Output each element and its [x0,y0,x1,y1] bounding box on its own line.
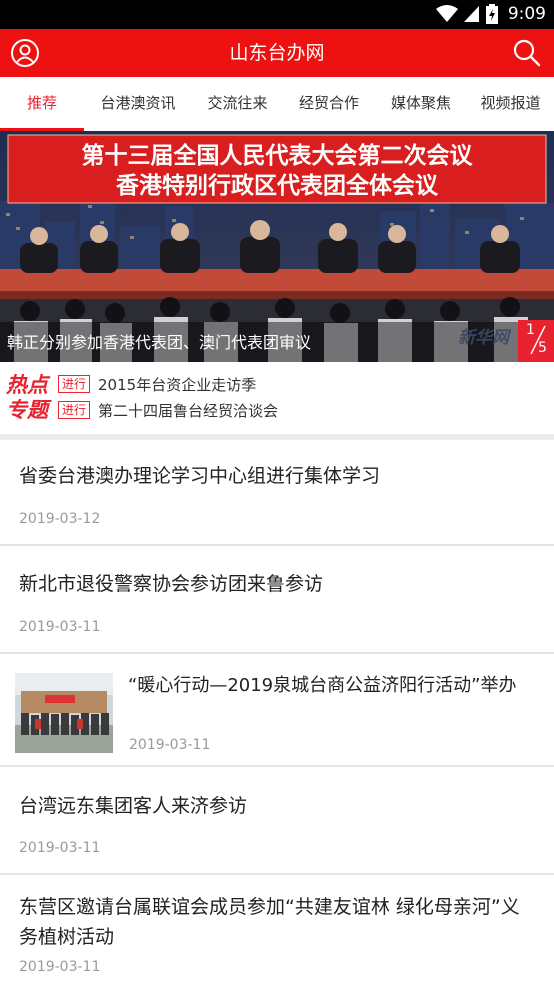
news-item[interactable]: 省委台港澳办理论学习中心组进行集体学习 2019-03-12 [0,440,554,544]
news-title: 东营区邀请台属联谊会成员参加“共建友谊林 绿化母亲河”义务植树活动 [19,896,520,948]
news-item[interactable]: 新北市退役警察协会参访团来鲁参访 2019-03-11 [0,546,554,652]
banner-headline-line1: 第十三届全国人民代表大会第二次会议 [82,142,474,169]
tab-media[interactable]: 媒体聚焦 [375,77,467,131]
hot-topic-title: 第二十四届鲁台经贸洽谈会 [98,401,279,420]
banner-headline-line2: 香港特别行政区代表团全体会议 [116,172,439,199]
hot-badge-line2: 专题 [6,398,48,422]
banner-page-total: 5 [538,340,547,356]
group-photo-icon [15,673,113,753]
banner-caption: 韩正分别参加香港代表团、澳门代表团审议 [7,333,312,352]
news-date: 2019-03-11 [19,959,101,975]
hot-topic-item[interactable]: 进行 第二十四届鲁台经贸洽谈会 [58,400,278,420]
news-date: 2019-03-11 [19,840,101,856]
news-date: 2019-03-11 [129,737,211,753]
tab-video[interactable]: 视频报道 [467,77,554,131]
news-title: “暖心行动—2019泉城台商公益济阳行活动”举办 [128,675,517,696]
hot-topics-badge: 热点 专题 [6,373,54,423]
search-icon[interactable] [512,38,542,68]
tab-recommend[interactable]: 推荐 [0,77,84,131]
wifi-icon [435,5,458,22]
hot-badge-line1: 热点 [6,373,48,397]
hot-topic-item[interactable]: 进行 2015年台资企业走访季 [58,374,256,394]
app-bar: 山东台办网 [0,29,554,77]
status-bar: 9:09 [0,0,554,29]
tab-hk-mo-tw-news[interactable]: 台港澳资讯 [84,77,192,131]
news-title: 台湾远东集团客人来济参访 [19,795,248,817]
banner-page-counter: 1 5 [518,320,554,362]
news-title: 省委台港澳办理论学习中心组进行集体学习 [19,465,381,487]
news-title: 新北市退役警察协会参访团来鲁参访 [19,573,324,595]
status-time: 9:09 [507,4,546,24]
battery-icon [485,4,498,24]
news-date: 2019-03-12 [19,511,101,527]
news-item[interactable]: “暖心行动—2019泉城台商公益济阳行活动”举办 2019-03-11 [0,654,554,765]
tab-trade[interactable]: 经贸合作 [283,77,375,131]
news-thumbnail [15,673,113,753]
banner-carousel[interactable]: 第十三届全国人民代表大会第二次会议 香港特别行政区代表团全体会议 新华网 韩正分… [0,131,554,362]
hot-topics: 热点 专题 进行 2015年台资企业走访季 进行 第二十四届鲁台经贸洽谈会 [0,362,554,434]
category-tabs: 推荐 台港澳资讯 交流往来 经贸合作 媒体聚焦 视频报道 [0,77,554,131]
news-item[interactable]: 东营区邀请台属联谊会成员参加“共建友谊林 绿化母亲河”义务植树活动 2019-0… [0,875,554,986]
tab-exchanges[interactable]: 交流往来 [192,77,283,131]
news-item[interactable]: 台湾远东集团客人来济参访 2019-03-11 [0,767,554,873]
news-date: 2019-03-11 [19,619,101,635]
signal-icon [463,6,479,22]
status-tag: 进行 [58,401,91,419]
page-title: 山东台办网 [229,42,325,64]
status-tag: 进行 [58,375,91,393]
hot-topic-title: 2015年台资企业走访季 [98,375,257,394]
